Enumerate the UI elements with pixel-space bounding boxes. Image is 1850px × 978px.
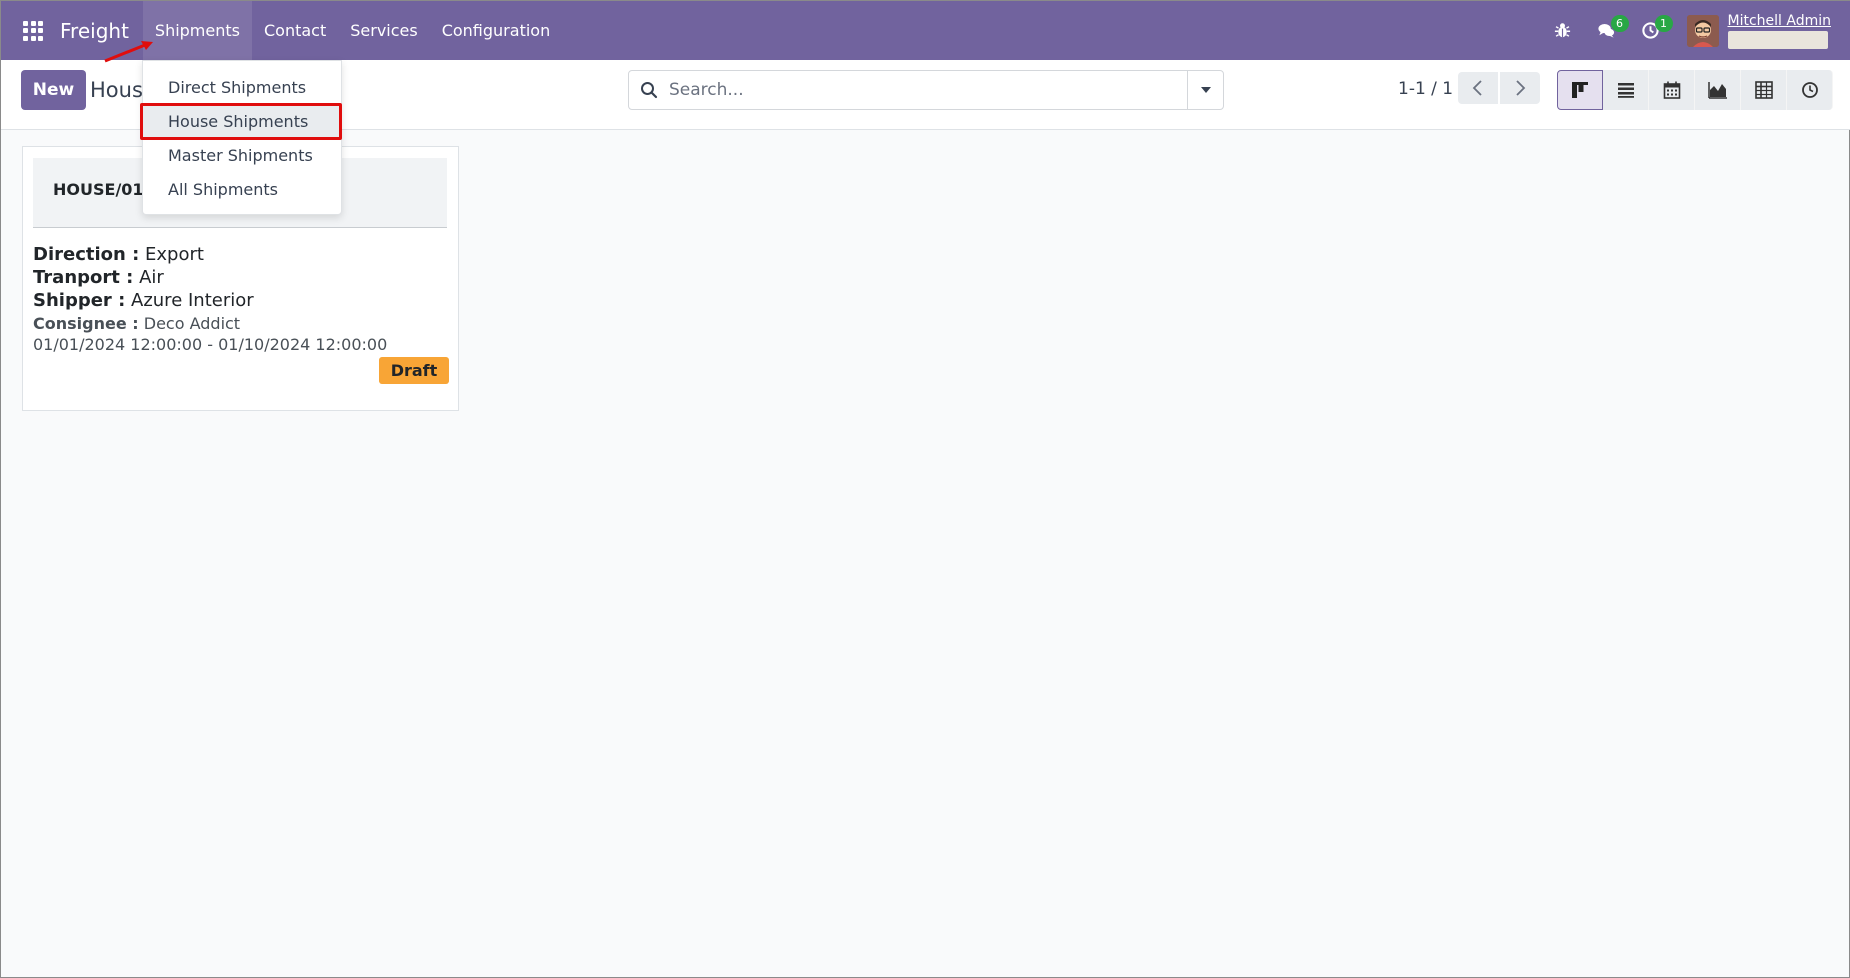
- activity-clock-icon[interactable]: 1: [1629, 1, 1673, 60]
- messages-chat-icon[interactable]: 6: [1585, 1, 1629, 60]
- user-avatar: [1686, 14, 1719, 47]
- search-options-caret-icon[interactable]: [1187, 71, 1223, 109]
- systray: 6 1 Mitchell Admin: [1541, 1, 1850, 60]
- consignee-label: Consignee :: [33, 314, 139, 333]
- calendar-view-icon[interactable]: [1649, 70, 1695, 110]
- activities-count-badge: 1: [1654, 15, 1673, 32]
- menu-contact[interactable]: Contact: [252, 1, 338, 60]
- shipper-field: Shipper : Azure Interior: [33, 290, 254, 311]
- pager-buttons: [1458, 72, 1540, 104]
- transport-value: Air: [139, 267, 164, 288]
- graph-view-area-chart-icon[interactable]: [1695, 70, 1741, 110]
- pivot-view-table-icon[interactable]: [1741, 70, 1787, 110]
- shipment-reference: HOUSE/01/: [53, 180, 150, 199]
- dropdown-item-house-shipments[interactable]: House Shipments: [143, 104, 341, 138]
- dropdown-item-direct-shipments[interactable]: Direct Shipments: [143, 70, 341, 104]
- search-icon: [629, 71, 669, 109]
- consignee-field: Consignee : Deco Addict: [33, 314, 240, 333]
- direction-value: Export: [145, 244, 204, 265]
- shipper-value: Azure Interior: [131, 290, 254, 311]
- transport-label: Tranport :: [33, 267, 134, 288]
- shipper-label: Shipper :: [33, 290, 126, 311]
- user-menu[interactable]: Mitchell Admin: [1686, 12, 1832, 49]
- shipments-dropdown-menu: Direct Shipments House Shipments Master …: [142, 60, 342, 215]
- menu-services[interactable]: Services: [338, 1, 429, 60]
- consignee-value: Deco Addict: [143, 314, 241, 333]
- messages-count-badge: 6: [1610, 15, 1629, 32]
- menu-shipments[interactable]: Shipments: [142, 1, 252, 60]
- activity-view-clock-icon[interactable]: [1787, 70, 1833, 110]
- apps-menu-icon[interactable]: [1, 1, 65, 60]
- view-switcher: [1557, 70, 1833, 110]
- new-button[interactable]: New: [21, 70, 86, 110]
- menu-configuration[interactable]: Configuration: [430, 1, 563, 60]
- kanban-view-icon[interactable]: [1557, 70, 1603, 110]
- dropdown-item-master-shipments[interactable]: Master Shipments: [143, 138, 341, 172]
- dropdown-item-all-shipments[interactable]: All Shipments: [143, 172, 341, 206]
- search-input[interactable]: [669, 72, 1187, 108]
- pager-value[interactable]: 1-1 / 1: [1398, 79, 1453, 99]
- transport-field: Tranport : Air: [33, 267, 164, 288]
- list-view-icon[interactable]: [1603, 70, 1649, 110]
- status-badge: Draft: [379, 357, 449, 384]
- debug-bug-icon[interactable]: [1541, 1, 1585, 60]
- direction-field: Direction : Export: [33, 244, 204, 265]
- pager-next-chevron-right-icon[interactable]: [1500, 72, 1540, 104]
- shipment-dates: 01/01/2024 12:00:00 - 01/10/2024 12:00:0…: [33, 335, 388, 354]
- pager-previous-chevron-left-icon[interactable]: [1458, 72, 1498, 104]
- database-name-blurred: [1727, 30, 1828, 49]
- search-bar: [628, 70, 1224, 110]
- direction-label: Direction :: [33, 244, 140, 265]
- app-brand[interactable]: Freight: [60, 19, 129, 43]
- top-navbar: Freight Shipments Contact Services Confi…: [1, 1, 1850, 60]
- user-name: Mitchell Admin: [1727, 12, 1832, 29]
